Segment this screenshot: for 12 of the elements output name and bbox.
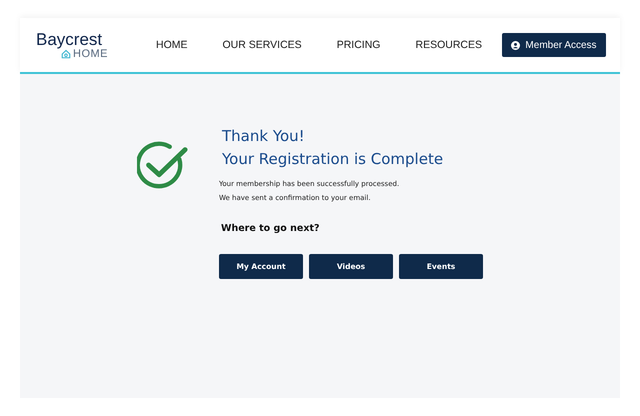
user-icon [511,40,520,50]
nav-link[interactable]: HOME [156,39,188,51]
logo-wordmark: Baycrest [36,30,104,48]
member-access-button[interactable]: Member Access [502,33,606,57]
registration-complete-title: Your Registration is Complete [222,149,444,169]
next-steps-heading: Where to go next? [221,223,321,234]
logo-subtitle: HOME [73,48,108,60]
nav-link[interactable]: PRICING [336,39,380,51]
nav-link[interactable]: RESOURCES [415,39,482,51]
house-icon [61,48,71,58]
thank-you-title: Thank You! [222,126,306,146]
nav-link[interactable]: OUR SERVICES [222,39,302,51]
